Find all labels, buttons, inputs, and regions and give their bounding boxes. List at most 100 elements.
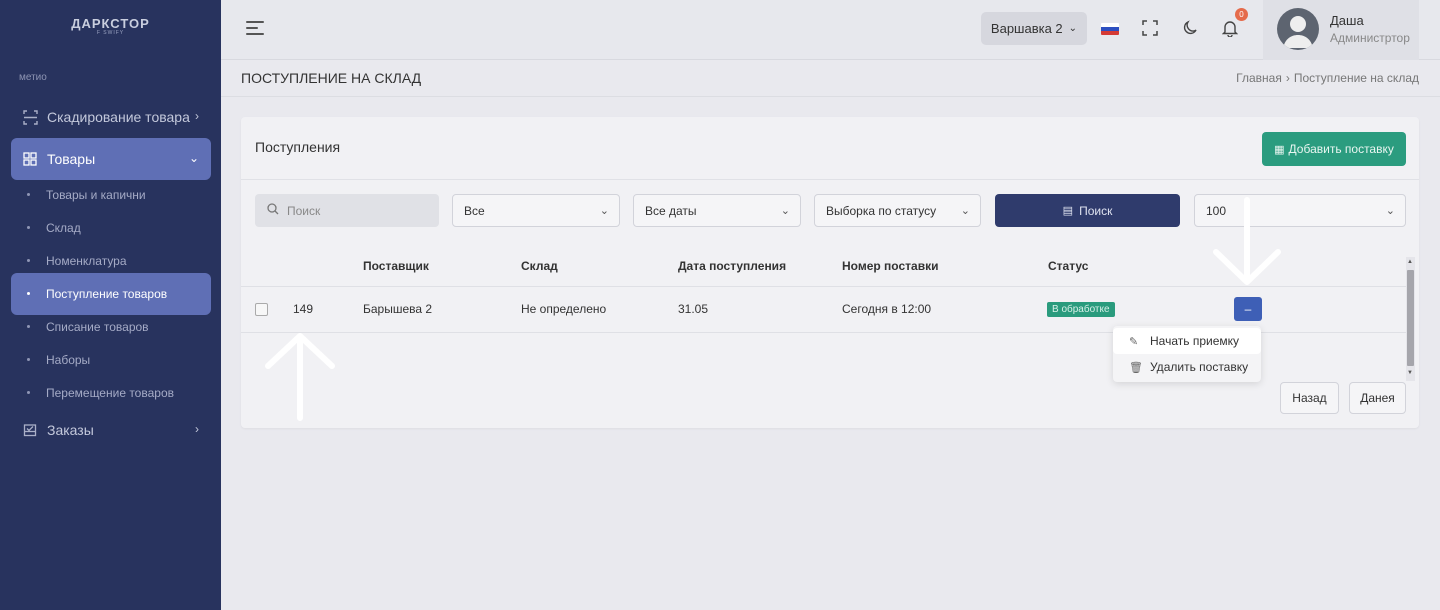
bullet-icon	[27, 259, 30, 262]
chevron-right-icon: ›	[195, 422, 199, 436]
search-button[interactable]: ▤ Поиск	[995, 194, 1180, 227]
breadcrumb: Главная › Поступление на склад	[1236, 71, 1419, 85]
row-warehouse: Не определено	[521, 302, 607, 316]
menu-caption: метио	[19, 72, 47, 83]
bullet-icon	[27, 226, 30, 229]
user-role: Администртор	[1330, 31, 1410, 45]
notification-badge: 0	[1235, 8, 1248, 21]
sidebar-item-label: Заказы	[47, 422, 94, 438]
start-receiving-menu-item[interactable]: ✎ Начать приемку	[1113, 328, 1261, 354]
menu-item-label: Начать приемку	[1150, 334, 1240, 348]
dark-mode-moon-icon[interactable]	[1181, 19, 1199, 37]
divider	[241, 179, 1419, 180]
date-filter-select[interactable]: Все даты ⌄	[633, 194, 801, 227]
column-header-warehouse[interactable]: Склад	[521, 259, 558, 273]
logo-title: ДАРКСТОР	[71, 16, 150, 31]
date-filter-value: Все даты	[645, 203, 697, 218]
column-header-number[interactable]: Номер поставки	[842, 259, 938, 273]
sidebar: ДАРКСТОР F SWIFY метио Скадирование това…	[0, 0, 221, 610]
sidebar-subitem-label: Наборы	[46, 352, 91, 367]
card-title: Поступления	[255, 139, 341, 155]
column-header-supplier[interactable]: Поставщик	[363, 259, 429, 273]
bullet-icon	[27, 358, 30, 361]
chevron-down-icon: ⌄	[960, 205, 970, 217]
sidebar-subitem-goods-receipt[interactable]: Поступление товаров	[11, 273, 211, 315]
search-placeholder: Поиск	[287, 203, 321, 218]
breadcrumb-current: Поступление на склад	[1293, 71, 1419, 85]
type-filter-value: Все	[464, 203, 485, 218]
add-box-icon: ▦	[1274, 143, 1285, 156]
bullet-icon	[27, 292, 30, 295]
row-id: 149	[293, 302, 314, 316]
avatar	[1277, 8, 1319, 50]
arrow-up-icon	[265, 333, 335, 421]
column-header-status[interactable]: Статус	[1048, 259, 1088, 273]
sidebar-subitem-transfer[interactable]: Перемещение товаров	[11, 376, 211, 409]
status-filter-select[interactable]: Выборка по статусу ⌄	[814, 194, 981, 227]
sidebar-item-label: Скадирование товара	[47, 109, 190, 125]
row-checkbox[interactable]	[255, 303, 268, 316]
sidebar-item-label: Товары	[47, 151, 96, 167]
bullet-icon	[27, 391, 30, 394]
topbar: Варшавка 2 ⌄ 0 Даша Администртор	[221, 0, 1440, 60]
sidebar-item-scanning[interactable]: Скадирование товара ›	[11, 96, 211, 138]
sidebar-subitem-warehouse[interactable]: Склад	[11, 211, 211, 244]
prev-page-button[interactable]: Назад	[1280, 382, 1339, 414]
sidebar-subitem-label: Номенклатура	[46, 253, 127, 268]
row-date: 31.05	[678, 302, 709, 316]
pencil-icon: ✎	[1129, 335, 1139, 348]
row-number: Сегодня в 12:00	[842, 302, 932, 316]
delete-delivery-menu-item[interactable]: 🗑 Удалить поставку	[1113, 354, 1261, 380]
menu-item-label: Удалить поставку	[1150, 360, 1249, 374]
status-badge: В обработке	[1047, 302, 1115, 317]
bell-icon[interactable]	[1221, 19, 1239, 37]
logo-subtitle: F SWIFY	[96, 30, 125, 36]
table-scrollbar[interactable]: ▲ ▼	[1406, 257, 1415, 381]
scrollbar-thumb[interactable]	[1407, 270, 1414, 366]
chevron-down-icon: ⌄	[188, 151, 199, 165]
sidebar-item-orders[interactable]: Заказы ›	[11, 409, 211, 451]
sidebar-item-products[interactable]: Товары ⌄	[11, 138, 211, 180]
column-header-date[interactable]: Дата поступления	[678, 259, 786, 273]
logo[interactable]: ДАРКСТОР F SWIFY	[0, 16, 221, 36]
search-input[interactable]: Поиск	[255, 194, 439, 227]
user-name: Даша	[1330, 13, 1364, 28]
chevron-down-icon: ⌄	[780, 205, 790, 217]
scroll-down-icon[interactable]: ▼	[1407, 370, 1413, 376]
russian-flag-icon[interactable]	[1101, 23, 1119, 35]
orders-icon	[22, 422, 38, 438]
filter-doc-icon: ▤	[1062, 205, 1074, 217]
bullet-icon	[27, 193, 30, 196]
next-page-button[interactable]: Данея	[1349, 382, 1406, 414]
user-menu[interactable]: Даша Администртор	[1263, 0, 1419, 60]
chevron-right-icon: ›	[195, 109, 199, 123]
chevron-down-icon: ⌄	[599, 205, 609, 217]
row-supplier: Барышева 2	[363, 302, 433, 316]
warehouse-selector[interactable]: Варшавка 2 ⌄	[981, 12, 1087, 45]
status-filter-value: Выборка по статусу	[826, 203, 937, 218]
fullscreen-icon[interactable]	[1141, 19, 1159, 37]
search-icon	[267, 203, 279, 218]
grid-icon	[22, 151, 38, 167]
scroll-up-icon[interactable]: ▲	[1407, 259, 1413, 265]
add-delivery-button[interactable]: ▦ Добавить поставку	[1262, 132, 1406, 166]
sidebar-subitem-sets[interactable]: Наборы	[11, 343, 211, 376]
breadcrumb-home-link[interactable]: Главная	[1236, 71, 1282, 85]
scan-icon	[22, 109, 38, 125]
chevron-down-icon: ⌄	[1068, 23, 1078, 34]
menu-toggle-icon[interactable]	[246, 21, 264, 35]
add-delivery-label: Добавить поставку	[1288, 142, 1394, 156]
arrow-down-icon	[1213, 197, 1281, 285]
sidebar-subitem-products-brands[interactable]: Товары и капични	[11, 178, 211, 211]
chevron-down-icon: ⌄	[1385, 205, 1395, 217]
bullet-icon	[27, 325, 30, 328]
divider	[221, 96, 1440, 97]
sidebar-subitem-write-off[interactable]: Списание товаров	[11, 310, 211, 343]
type-filter-select[interactable]: Все ⌄	[452, 194, 620, 227]
sidebar-subitem-label: Списание товаров	[46, 319, 149, 334]
sidebar-subitem-label: Товары и капични	[46, 187, 146, 202]
sidebar-subitem-label: Поступление товаров	[46, 287, 168, 301]
sidebar-subitem-label: Перемещение товаров	[46, 385, 174, 400]
row-actions-button[interactable]: –	[1234, 297, 1262, 321]
page-title: ПОСТУПЛЕНИЕ НА СКЛАД	[241, 70, 422, 86]
